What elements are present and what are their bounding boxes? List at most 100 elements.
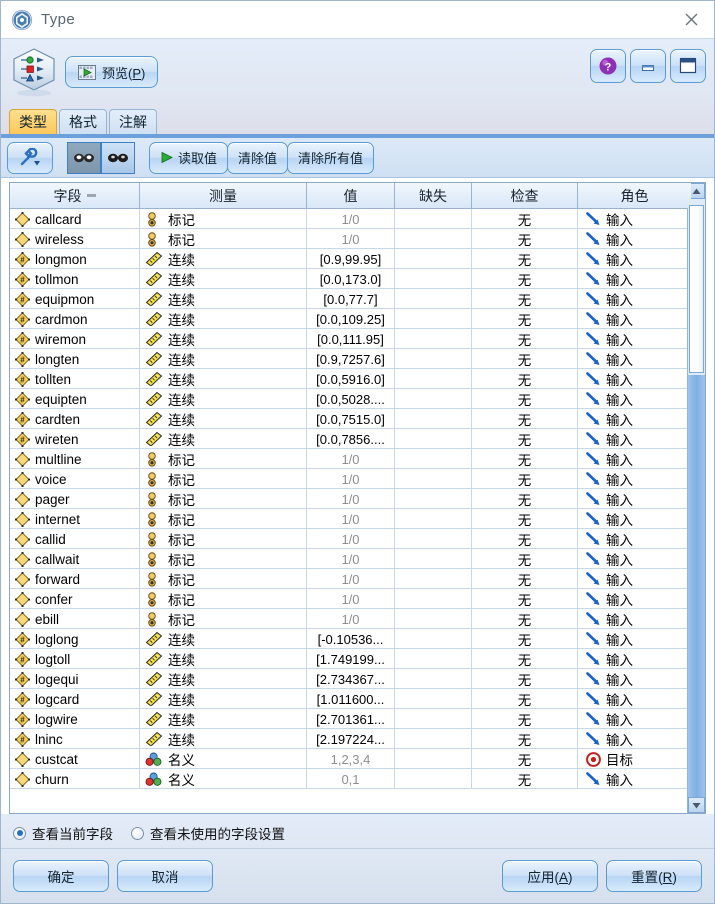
scrollbar-lower-track[interactable]	[688, 375, 705, 797]
cell-check[interactable]: 无	[472, 489, 578, 509]
cell-measure[interactable]: 连续	[140, 629, 307, 649]
table-row[interactable]: forward 标记 1/0 无 输入	[10, 569, 687, 589]
cell-field[interactable]: # loglong	[10, 629, 140, 649]
cell-missing[interactable]	[395, 569, 472, 589]
cell-field[interactable]: callwait	[10, 549, 140, 569]
cell-check[interactable]: 无	[472, 469, 578, 489]
cell-check[interactable]: 无	[472, 369, 578, 389]
cell-measure[interactable]: 连续	[140, 309, 307, 329]
cell-role[interactable]: 输入	[578, 309, 687, 329]
cell-field[interactable]: callcard	[10, 209, 140, 229]
cell-missing[interactable]	[395, 349, 472, 369]
cell-measure[interactable]: 标记	[140, 589, 307, 609]
table-row[interactable]: callcard 标记 1/0 无 输入	[10, 209, 687, 229]
preview-button[interactable]: 预览(P)	[65, 56, 159, 88]
cell-missing[interactable]	[395, 389, 472, 409]
cell-missing[interactable]	[395, 489, 472, 509]
cell-values[interactable]: 0,1	[307, 769, 395, 789]
cell-measure[interactable]: 标记	[140, 509, 307, 529]
ok-button[interactable]: 确定	[13, 860, 109, 892]
cell-missing[interactable]	[395, 729, 472, 749]
radio-unused-field-settings[interactable]: 查看未使用的字段设置	[131, 823, 285, 843]
table-row[interactable]: # wireten 连续 [0.0,7856.... 无 输入	[10, 429, 687, 449]
cell-field[interactable]: wireless	[10, 229, 140, 249]
cell-check[interactable]: 无	[472, 729, 578, 749]
cell-check[interactable]: 无	[472, 609, 578, 629]
cell-measure[interactable]: 连续	[140, 389, 307, 409]
cell-measure[interactable]: 连续	[140, 409, 307, 429]
cell-measure[interactable]: 连续	[140, 429, 307, 449]
cell-measure[interactable]: 连续	[140, 729, 307, 749]
table-row[interactable]: callwait 标记 1/0 无 输入	[10, 549, 687, 569]
cell-field[interactable]: # logcard	[10, 689, 140, 709]
cell-missing[interactable]	[395, 749, 472, 769]
cell-measure[interactable]: 连续	[140, 689, 307, 709]
cell-measure[interactable]: 名义	[140, 769, 307, 789]
cell-check[interactable]: 无	[472, 669, 578, 689]
cell-check[interactable]: 无	[472, 589, 578, 609]
cell-values[interactable]: [0.0,7515.0]	[307, 409, 395, 429]
cell-measure[interactable]: 标记	[140, 209, 307, 229]
cell-missing[interactable]	[395, 589, 472, 609]
cell-check[interactable]: 无	[472, 449, 578, 469]
cell-role[interactable]: 输入	[578, 249, 687, 269]
cell-role[interactable]: 输入	[578, 569, 687, 589]
table-row[interactable]: internet 标记 1/0 无 输入	[10, 509, 687, 529]
cell-values[interactable]: [2.734367...	[307, 669, 395, 689]
cell-measure[interactable]: 连续	[140, 289, 307, 309]
cell-role[interactable]: 输入	[578, 289, 687, 309]
cell-values[interactable]: [0.0,7856....	[307, 429, 395, 449]
cell-values[interactable]: 1/0	[307, 609, 395, 629]
cell-role[interactable]: 输入	[578, 429, 687, 449]
cell-role[interactable]: 输入	[578, 689, 687, 709]
cell-field[interactable]: # cardmon	[10, 309, 140, 329]
settings-wrench-button[interactable]	[7, 141, 53, 174]
cell-check[interactable]: 无	[472, 429, 578, 449]
cell-measure[interactable]: 标记	[140, 529, 307, 549]
maximize-button[interactable]	[670, 49, 706, 83]
cell-check[interactable]: 无	[472, 249, 578, 269]
cell-field[interactable]: # lninc	[10, 729, 140, 749]
cell-measure[interactable]: 连续	[140, 369, 307, 389]
cell-values[interactable]: [1.749199...	[307, 649, 395, 669]
cell-role[interactable]: 输入	[578, 649, 687, 669]
table-row[interactable]: voice 标记 1/0 无 输入	[10, 469, 687, 489]
close-icon[interactable]	[674, 5, 708, 35]
cell-check[interactable]: 无	[472, 209, 578, 229]
cell-values[interactable]: 1/0	[307, 549, 395, 569]
cell-check[interactable]: 无	[472, 349, 578, 369]
cell-missing[interactable]	[395, 669, 472, 689]
cell-values[interactable]: [0.0,5028....	[307, 389, 395, 409]
column-header-missing[interactable]: 缺失	[395, 183, 472, 209]
cell-field[interactable]: pager	[10, 489, 140, 509]
cell-measure[interactable]: 标记	[140, 549, 307, 569]
cell-role[interactable]: 输入	[578, 349, 687, 369]
cell-measure[interactable]: 标记	[140, 569, 307, 589]
cell-missing[interactable]	[395, 689, 472, 709]
cell-values[interactable]: [0.0,5916.0]	[307, 369, 395, 389]
table-row[interactable]: # tollten 连续 [0.0,5916.0] 无 输入	[10, 369, 687, 389]
table-row[interactable]: # cardten 连续 [0.0,7515.0] 无 输入	[10, 409, 687, 429]
cell-missing[interactable]	[395, 449, 472, 469]
table-row[interactable]: callid 标记 1/0 无 输入	[10, 529, 687, 549]
cell-field[interactable]: # longten	[10, 349, 140, 369]
cell-values[interactable]: [-0.10536...	[307, 629, 395, 649]
cell-missing[interactable]	[395, 289, 472, 309]
cell-check[interactable]: 无	[472, 269, 578, 289]
cell-check[interactable]: 无	[472, 329, 578, 349]
column-header-field[interactable]: 字段	[10, 183, 140, 209]
table-row[interactable]: # logcard 连续 [1.011600... 无 输入	[10, 689, 687, 709]
cell-missing[interactable]	[395, 329, 472, 349]
cell-missing[interactable]	[395, 709, 472, 729]
cell-missing[interactable]	[395, 609, 472, 629]
cell-role[interactable]: 输入	[578, 729, 687, 749]
cell-measure[interactable]: 连续	[140, 669, 307, 689]
cell-values[interactable]: 1/0	[307, 449, 395, 469]
cell-values[interactable]: 1,2,3,4	[307, 749, 395, 769]
cell-role[interactable]: 输入	[578, 229, 687, 249]
cell-check[interactable]: 无	[472, 289, 578, 309]
table-row[interactable]: # longmon 连续 [0.9,99.95] 无 输入	[10, 249, 687, 269]
cell-role[interactable]: 输入	[578, 509, 687, 529]
cell-check[interactable]: 无	[472, 549, 578, 569]
cell-values[interactable]: [0.0,173.0]	[307, 269, 395, 289]
